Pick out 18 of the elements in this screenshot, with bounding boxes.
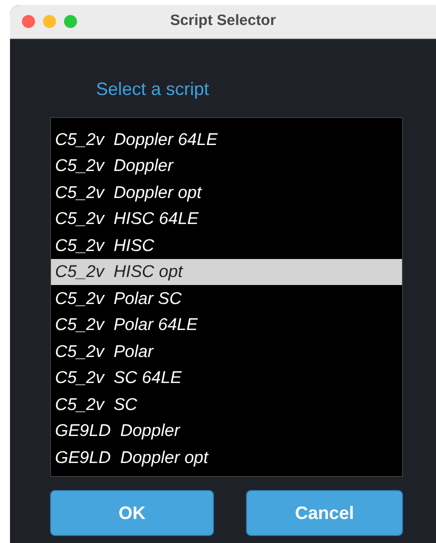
zoom-button[interactable] (64, 15, 77, 28)
script-item[interactable]: C5_2v HISC opt (51, 258, 402, 285)
script-item[interactable]: C5_2v Polar SC (51, 285, 402, 312)
script-item[interactable]: C5_2v SC (51, 391, 402, 418)
script-item[interactable]: C5_2v Polar 64LE (51, 312, 402, 338)
script-item[interactable]: C5_2v Doppler opt (51, 179, 402, 206)
script-item[interactable]: C5_2v HISC (51, 232, 402, 258)
script-item[interactable]: C5_2v Polar (51, 338, 402, 364)
script-item[interactable]: C5_2v HISC 64LE (51, 206, 402, 232)
minimize-button[interactable] (43, 15, 56, 28)
script-item[interactable]: C5_2v Doppler (51, 152, 402, 179)
script-item[interactable]: C5_2v SC 64LE (51, 364, 402, 391)
script-item[interactable]: GE9LD Doppler opt (51, 444, 402, 470)
script-item[interactable]: C5_2v Doppler 64LE (51, 126, 402, 152)
close-button[interactable] (22, 15, 35, 28)
prompt-label: Select a script (96, 79, 210, 99)
script-item[interactable]: GE9LD Doppler (51, 418, 402, 444)
window-title: Script Selector (170, 11, 276, 32)
